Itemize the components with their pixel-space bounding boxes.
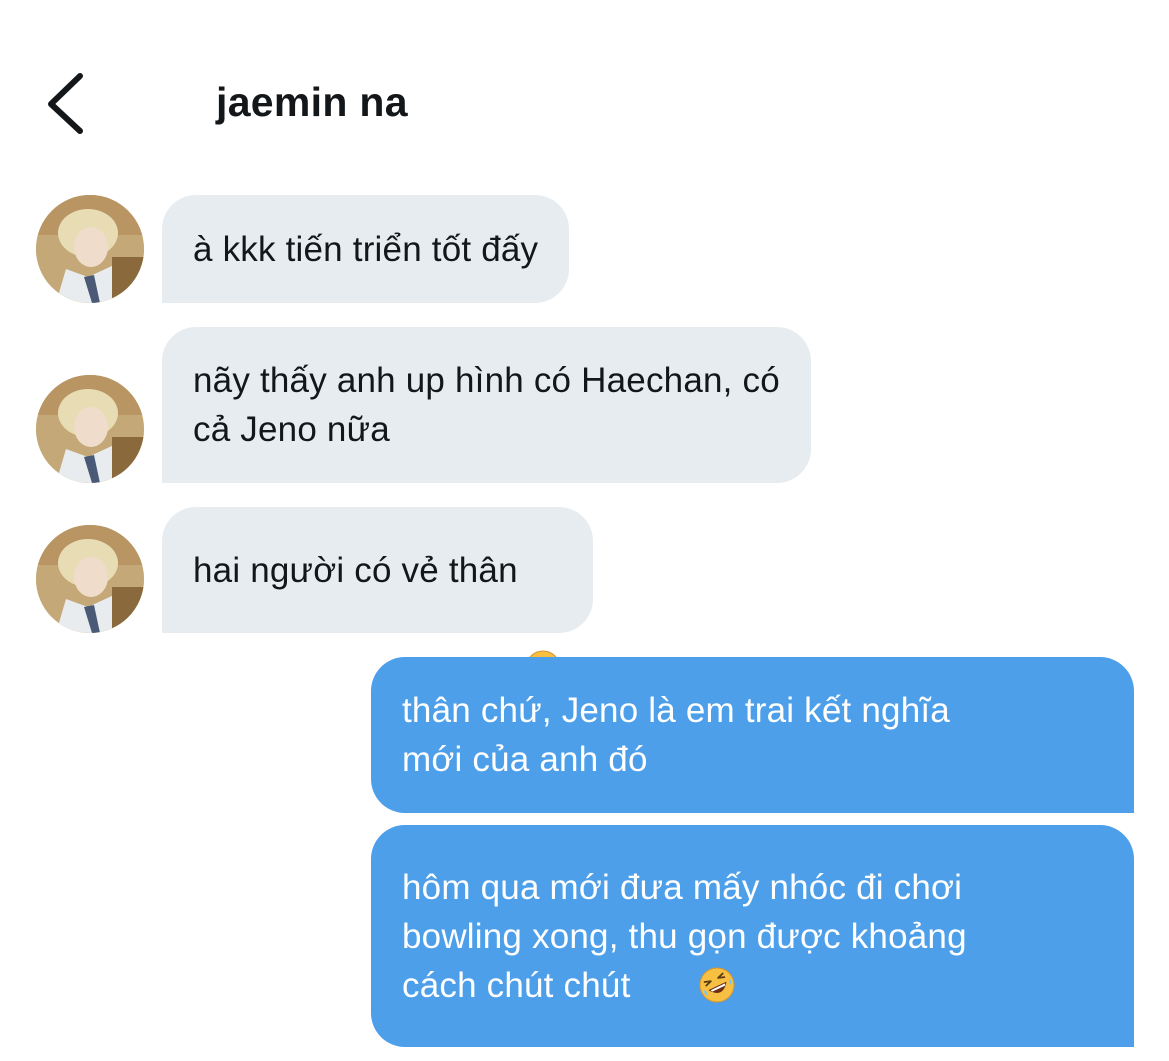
chevron-left-icon [48, 73, 83, 134]
received-message: à kkk tiến triển tốt đấy [162, 195, 570, 303]
sent-message: thân chứ, Jeno là em trai kết nghĩa mới … [371, 657, 1134, 813]
message-text: hai người có vẻ thân [193, 550, 518, 590]
sent-message: hôm qua mới đưa mấy nhóc đi chơi bowling… [371, 825, 1134, 1047]
message-text: thân chứ, Jeno là em trai kết nghĩa mới … [402, 691, 950, 779]
conversation-header: jaemin na [0, 0, 1169, 170]
received-message: hai người có vẻ thân [162, 507, 593, 686]
message-text: nãy thấy anh up hình có Haechan, có cả J… [193, 361, 780, 449]
avatar[interactable] [36, 525, 144, 633]
back-button[interactable] [38, 68, 98, 138]
message-text: à kkk tiến triển tốt đấy [193, 229, 539, 269]
avatar[interactable] [36, 195, 144, 303]
thinking-face-emoji [524, 551, 562, 686]
message-text: hôm qua mới đưa mấy nhóc đi chơi bowling… [402, 867, 967, 1005]
received-message: nãy thấy anh up hình có Haechan, có cả J… [162, 327, 811, 483]
avatar[interactable] [36, 375, 144, 483]
rolling-on-floor-laughing-emoji [698, 966, 736, 1004]
conversation-title: jaemin na [216, 79, 408, 125]
